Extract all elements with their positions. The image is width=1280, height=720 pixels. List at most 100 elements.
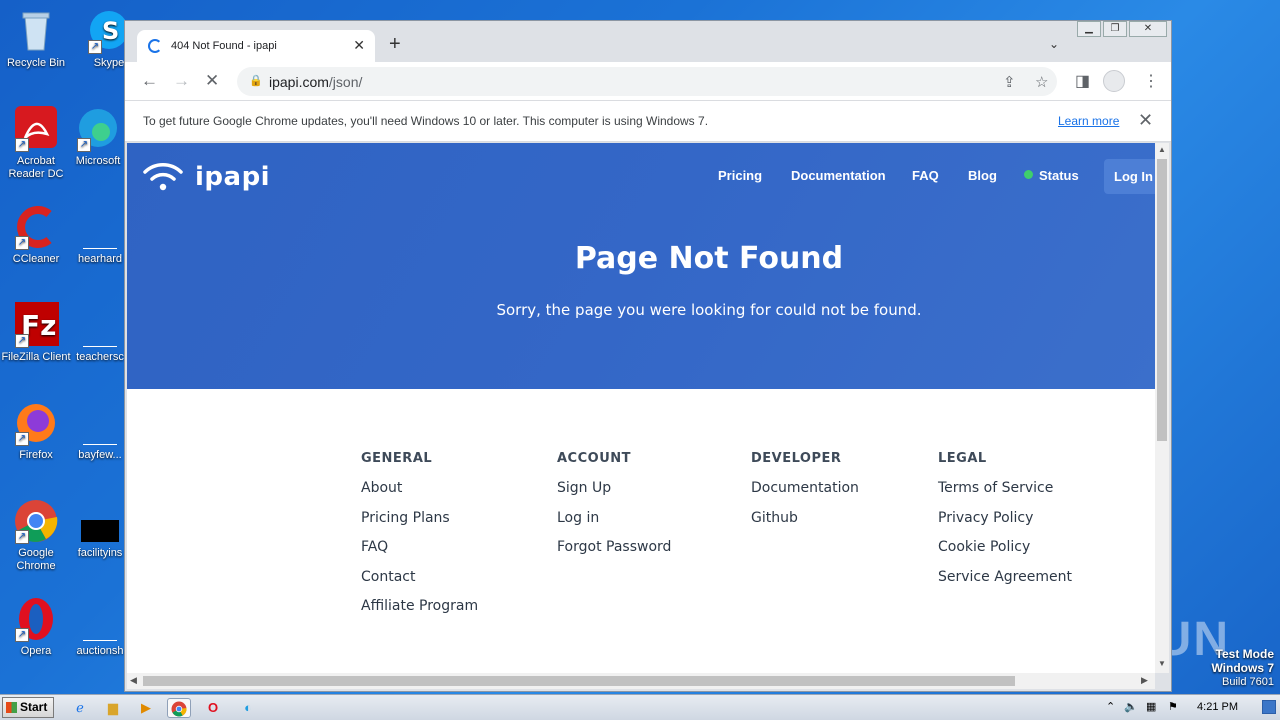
tab-close-icon[interactable]: ✕ [353, 37, 365, 54]
scroll-right-icon[interactable]: ▶ [1141, 675, 1148, 686]
vertical-scroll-thumb[interactable] [1157, 159, 1167, 441]
tab-404-not-found[interactable]: 404 Not Found - ipapi ✕ [137, 30, 375, 62]
taskbar-chrome-icon[interactable] [167, 698, 191, 718]
footer-link-github[interactable]: Github [751, 510, 859, 528]
update-infobar: To get future Google Chrome updates, you… [125, 100, 1171, 142]
desktop-icon-firefox[interactable]: ↗ Firefox [1, 400, 71, 462]
infobar-message: To get future Google Chrome updates, you… [143, 114, 709, 128]
address-url[interactable]: ipapi.com/json/ [269, 74, 362, 90]
file-icon [77, 302, 123, 348]
footer-link-terms-of-service[interactable]: Terms of Service [938, 480, 1072, 498]
start-button[interactable]: Start [2, 697, 54, 718]
footer-link-documentation[interactable]: Documentation [751, 480, 859, 498]
firefox-icon: ↗ [13, 400, 59, 446]
footer-link-privacy-policy[interactable]: Privacy Policy [938, 510, 1072, 528]
scroll-up-icon[interactable]: ▲ [1158, 145, 1166, 154]
taskbar-opera-icon[interactable]: O [201, 698, 225, 718]
desktop-icon-ccleaner[interactable]: ↗ CCleaner [1, 204, 71, 266]
chrome-icon: ↗ [13, 498, 59, 544]
desktop-icon-label: Recycle Bin [6, 57, 66, 69]
show-desktop-icon[interactable] [1262, 700, 1276, 714]
nav-blog[interactable]: Blog [968, 168, 997, 188]
media-player-icon[interactable]: ▶ [134, 698, 158, 718]
restore-icon[interactable]: ❐ [1103, 21, 1127, 37]
desktop-icon-label: auctionsh [76, 645, 124, 657]
share-icon[interactable]: ⇪ [1003, 73, 1016, 91]
file-icon [77, 400, 123, 446]
nav-pricing[interactable]: Pricing [718, 168, 762, 188]
vertical-scrollbar[interactable]: ▲ ▼ [1155, 143, 1169, 673]
footer-link-forgot-password[interactable]: Forgot Password [557, 539, 671, 557]
shortcut-arrow-icon: ↗ [88, 40, 102, 54]
desktop-icon-label: Skype [93, 57, 125, 69]
chrome-window: ▁ ❐ ✕ 404 Not Found - ipapi ✕ + ⌄ ← → ✕ … [124, 20, 1172, 692]
footer-link-sign-up[interactable]: Sign Up [557, 480, 671, 498]
infobar-close-icon[interactable]: ✕ [1138, 110, 1153, 131]
stop-loading-icon[interactable]: ✕ [205, 71, 219, 91]
learn-more-link[interactable]: Learn more [1058, 114, 1119, 128]
desktop-icon-acrobat[interactable]: ↗ Acrobat Reader DC [1, 106, 71, 181]
side-panel-icon[interactable]: ◨ [1075, 71, 1090, 91]
taskbar: Start ℯ ▆ ▶ O ◐ ⌃ 🔈 ▦ ⚑ 4:21 PM [0, 694, 1280, 720]
footer-link-pricing-plans[interactable]: Pricing Plans [361, 510, 478, 528]
footer-link-about[interactable]: About [361, 480, 478, 498]
test-mode-line: Test Mode [1215, 647, 1274, 661]
lock-icon: 🔒 [249, 75, 263, 87]
tab-title: 404 Not Found - ipapi [171, 40, 277, 52]
clock[interactable]: 4:21 PM [1197, 701, 1238, 713]
back-arrow-icon[interactable]: ← [141, 71, 158, 91]
system-tray: ⌃ 🔈 ▦ ⚑ 4:21 PM [1100, 695, 1280, 720]
menu-kebab-icon[interactable]: ⋮ [1143, 71, 1159, 91]
desktop-icon-label: Firefox [19, 449, 53, 461]
profile-avatar-icon[interactable] [1103, 70, 1125, 92]
footer-link-contact[interactable]: Contact [361, 569, 478, 587]
bookmark-star-icon[interactable]: ☆ [1035, 73, 1048, 91]
minimize-icon[interactable]: ▁ [1077, 21, 1101, 37]
desktop-icon-opera[interactable]: ↗ Opera [1, 596, 71, 658]
forward-arrow-icon[interactable]: → [173, 71, 190, 91]
nav-status-label: Status [1039, 168, 1079, 183]
internet-explorer-icon[interactable]: ℯ [68, 698, 92, 718]
file-explorer-icon[interactable]: ▆ [101, 698, 125, 718]
svg-text:S: S [102, 17, 119, 45]
build-line: Build 7601 [1222, 676, 1274, 688]
windows-logo-icon [6, 702, 17, 713]
horizontal-scroll-thumb[interactable] [143, 676, 1015, 686]
volume-icon[interactable]: 🔈 [1124, 700, 1138, 713]
desktop-icon-filezilla[interactable]: Fz ↗ FileZilla Client [1, 302, 71, 364]
desktop-icon-label: teachersc [76, 351, 124, 363]
login-button[interactable]: Log In [1104, 159, 1155, 194]
close-window-icon[interactable]: ✕ [1129, 21, 1167, 37]
footer-link-service-agreement[interactable]: Service Agreement [938, 569, 1072, 587]
shortcut-arrow-icon: ↗ [15, 530, 29, 544]
tab-search-chevron-icon[interactable]: ⌄ [1049, 37, 1059, 51]
desktop-icon-recycle-bin[interactable]: Recycle Bin [1, 8, 71, 70]
footer-col-developer: DEVELOPER Documentation Github [751, 451, 859, 539]
nav-status[interactable]: Status [1024, 168, 1079, 188]
page-title: Page Not Found [574, 241, 844, 276]
horizontal-scrollbar[interactable]: ◀ ▶ [127, 673, 1155, 689]
desktop-icon-label: Google Chrome [16, 547, 56, 572]
desktop-icon-microsoft-edge[interactable]: ↗ Microsoft [63, 106, 133, 168]
recycle-bin-icon [13, 8, 59, 54]
url-host: ipapi.com [269, 74, 329, 90]
desktop-icon-label: FileZilla Client [1, 351, 71, 363]
footer-link-faq[interactable]: FAQ [361, 539, 478, 557]
status-dot-icon [1024, 170, 1033, 179]
network-icon[interactable]: ▦ [1146, 700, 1156, 713]
action-center-flag-icon[interactable]: ⚑ [1168, 700, 1178, 713]
nav-documentation[interactable]: Documentation [791, 168, 886, 188]
address-bar[interactable]: 🔒 ipapi.com/json/ ⇪ ☆ [237, 67, 1057, 96]
footer-link-log-in[interactable]: Log in [557, 510, 671, 528]
scroll-left-icon[interactable]: ◀ [130, 675, 137, 686]
shortcut-arrow-icon: ↗ [15, 628, 29, 642]
scroll-down-icon[interactable]: ▼ [1158, 659, 1166, 668]
tray-expand-icon[interactable]: ⌃ [1106, 700, 1115, 713]
nav-faq[interactable]: FAQ [912, 168, 939, 188]
new-tab-icon[interactable]: + [389, 33, 401, 56]
footer-link-cookie-policy[interactable]: Cookie Policy [938, 539, 1072, 557]
footer-link-affiliate-program[interactable]: Affiliate Program [361, 598, 478, 616]
shortcut-arrow-icon: ↗ [15, 334, 29, 348]
taskbar-edge-icon[interactable]: ◐ [236, 698, 260, 718]
desktop-icon-google-chrome[interactable]: ↗ Google Chrome [1, 498, 71, 573]
